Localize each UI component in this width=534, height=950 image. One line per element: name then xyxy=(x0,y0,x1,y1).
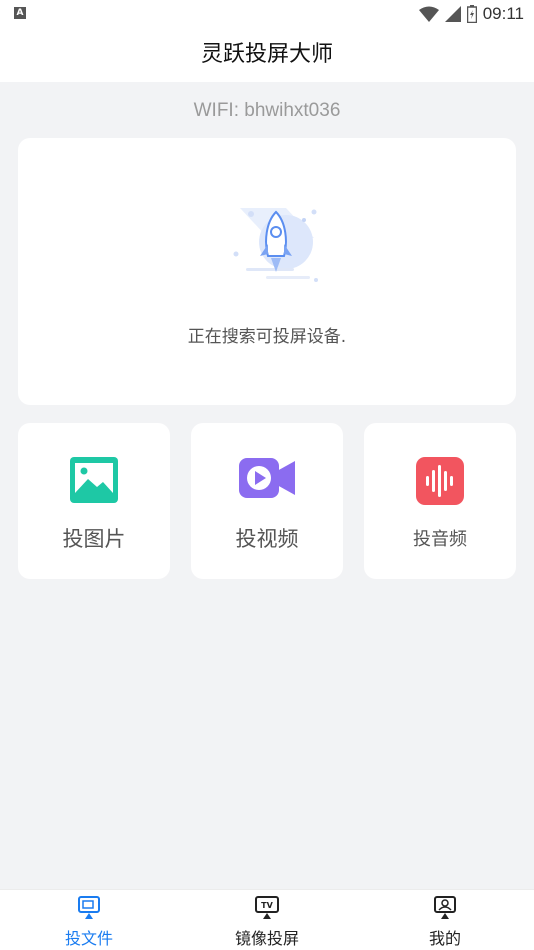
tab-cast-file[interactable]: 投文件 xyxy=(29,890,149,950)
rocket-icon xyxy=(233,208,318,282)
battery-icon xyxy=(466,5,477,23)
audio-icon xyxy=(416,457,464,505)
signal-icon xyxy=(444,6,461,22)
svg-text:TV: TV xyxy=(261,901,273,910)
bottom-tab-bar: 投文件 TV 镜像投屏 我的 xyxy=(0,889,534,950)
wifi-name: WIFI: bhwihxt036 xyxy=(193,100,341,121)
device-search-card: 正在搜索可投屏设备. xyxy=(18,138,516,405)
image-icon xyxy=(70,457,118,503)
tab-profile[interactable]: 我的 xyxy=(385,890,505,950)
cast-image-label: 投图片 xyxy=(62,527,126,551)
notification-icon: A xyxy=(14,7,26,19)
cast-audio-label: 投音频 xyxy=(413,529,467,550)
cast-audio-button[interactable]: 投音频 xyxy=(364,423,516,579)
video-icon xyxy=(239,458,295,498)
profile-icon xyxy=(434,896,456,919)
tv-icon: TV xyxy=(255,896,279,919)
wifi-icon xyxy=(418,6,439,22)
tab-mirror-label: 镜像投屏 xyxy=(234,929,299,948)
status-icons: 09:11 xyxy=(418,3,524,25)
tab-profile-label: 我的 xyxy=(428,929,461,948)
cast-file-icon xyxy=(78,896,100,919)
status-bar: A 09:11 xyxy=(0,0,534,28)
clock: 09:11 xyxy=(482,4,524,23)
cast-image-button[interactable]: 投图片 xyxy=(18,423,170,579)
page-title: 灵跃投屏大师 xyxy=(200,42,333,67)
tab-cast-file-label: 投文件 xyxy=(64,929,113,948)
cast-video-label: 投视频 xyxy=(235,527,299,551)
app-header: 灵跃投屏大师 xyxy=(0,28,534,82)
search-status-text: 正在搜索可投屏设备. xyxy=(187,327,347,347)
cast-video-button[interactable]: 投视频 xyxy=(191,423,343,579)
tab-mirror[interactable]: TV 镜像投屏 xyxy=(207,890,327,950)
